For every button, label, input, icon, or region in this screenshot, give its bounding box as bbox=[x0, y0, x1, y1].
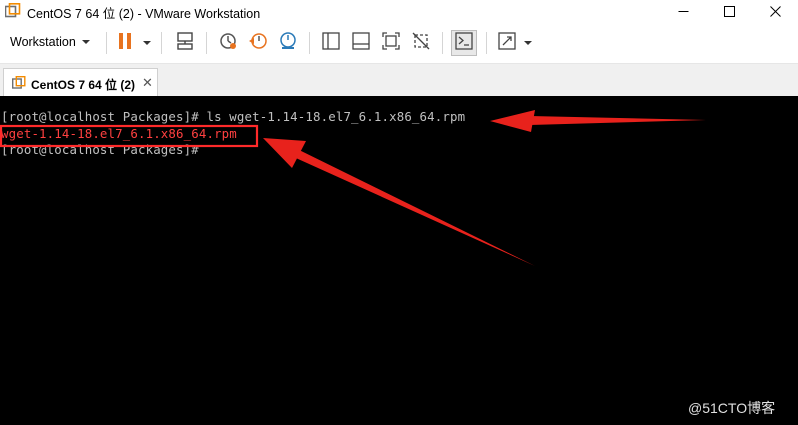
revert-snapshot-button[interactable] bbox=[245, 30, 271, 56]
title-bar: CentOS 7 64 位 (2) - VMware Workstation bbox=[0, 0, 798, 22]
toolbar-divider bbox=[309, 32, 310, 54]
window-title: CentOS 7 64 位 (2) - VMware Workstation bbox=[27, 7, 261, 21]
thumbnail-bar-button[interactable] bbox=[348, 30, 374, 56]
pause-icon bbox=[117, 32, 133, 55]
toolbar-divider bbox=[486, 32, 487, 54]
close-button[interactable] bbox=[752, 0, 798, 22]
highlight-box bbox=[0, 124, 259, 148]
snapshot-manager-button[interactable] bbox=[275, 30, 301, 56]
vmware-logo-icon bbox=[4, 3, 21, 18]
close-icon[interactable]: ✕ bbox=[142, 75, 153, 91]
annotation-arrow bbox=[263, 138, 535, 266]
fullscreen-icon bbox=[382, 31, 400, 55]
show-library-button[interactable] bbox=[318, 30, 344, 56]
annotation-overlay bbox=[0, 110, 706, 266]
toolbar-divider bbox=[442, 32, 443, 54]
watermark: @51CTO博客 bbox=[688, 400, 776, 416]
snapshot-revert-icon bbox=[248, 31, 268, 56]
tab-label: CentOS 7 64 位 (2) bbox=[31, 78, 136, 92]
console-view-button[interactable] bbox=[451, 30, 477, 56]
chevron-down-icon[interactable] bbox=[524, 41, 532, 45]
unity-button[interactable] bbox=[408, 30, 434, 56]
take-snapshot-button[interactable] bbox=[215, 30, 241, 56]
toolbar: Workstation bbox=[0, 22, 798, 64]
vm-icon bbox=[11, 75, 26, 89]
minimize-button[interactable] bbox=[660, 0, 706, 22]
vm-tab-strip: CentOS 7 64 位 (2) ✕ bbox=[0, 64, 798, 96]
unity-icon bbox=[412, 32, 430, 55]
snapshot-manager-icon bbox=[278, 31, 298, 56]
send-ctrl-alt-del-button[interactable] bbox=[172, 30, 198, 56]
toolbar-divider bbox=[106, 32, 107, 54]
send-keys-icon bbox=[175, 31, 195, 56]
stretch-view-icon bbox=[498, 31, 516, 55]
stretch-guest-button[interactable] bbox=[494, 30, 520, 56]
pause-button[interactable] bbox=[112, 30, 138, 56]
full-screen-button[interactable] bbox=[378, 30, 404, 56]
vm-console[interactable]: [root@localhost Packages]# ls wget-1.14-… bbox=[0, 96, 798, 425]
workstation-menu[interactable]: Workstation bbox=[4, 31, 96, 53]
thumbnail-view-icon bbox=[352, 31, 370, 55]
tab-centos-7[interactable]: CentOS 7 64 位 (2) ✕ bbox=[3, 68, 158, 96]
toolbar-divider bbox=[161, 32, 162, 54]
library-view-icon bbox=[322, 31, 340, 55]
maximize-button[interactable] bbox=[706, 0, 752, 22]
snapshot-take-icon bbox=[218, 31, 238, 56]
annotation-arrow bbox=[490, 110, 706, 132]
toolbar-divider bbox=[206, 32, 207, 54]
chevron-down-icon[interactable] bbox=[143, 41, 151, 45]
workstation-menu-label: Workstation bbox=[10, 35, 76, 49]
console-view-icon bbox=[455, 31, 473, 55]
chevron-down-icon bbox=[81, 40, 90, 44]
